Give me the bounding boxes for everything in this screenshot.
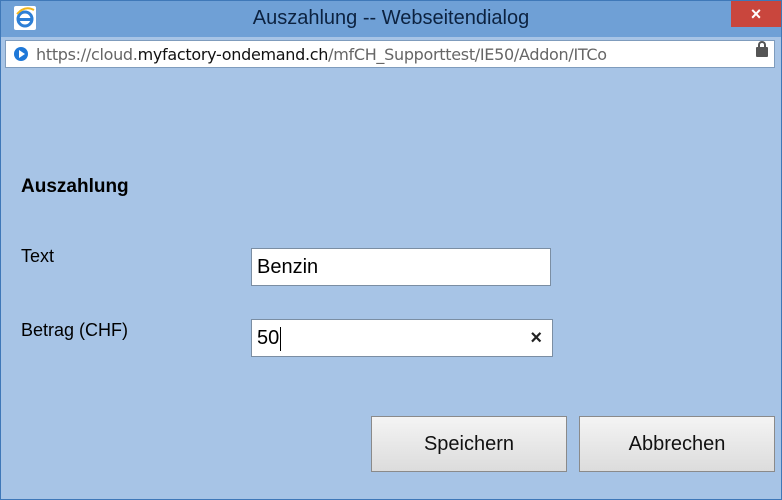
lock-icon xyxy=(756,41,768,57)
site-icon xyxy=(14,47,28,61)
amount-input[interactable]: 50 × xyxy=(251,319,553,357)
text-input[interactable]: Benzin xyxy=(251,248,551,286)
title-bar[interactable]: Auszahlung -- Webseitendialog × xyxy=(1,1,781,37)
text-label: Text xyxy=(21,246,55,266)
address-bar[interactable]: https://cloud.myfactory-ondemand.ch/mfCH… xyxy=(5,40,775,68)
close-button[interactable]: × xyxy=(731,1,781,27)
form-title: Auszahlung xyxy=(21,176,129,197)
url-domain: myfactory-ondemand.ch xyxy=(137,45,329,64)
amount-label: Betrag (CHF) xyxy=(21,320,129,340)
url-path: /mfCH_Supporttest/IE50/Addon/ITCo xyxy=(328,45,607,64)
url-text[interactable]: https://cloud.myfactory-ondemand.ch/mfCH… xyxy=(36,45,746,64)
text-input-value: Benzin xyxy=(257,256,319,278)
amount-input-value: 50 xyxy=(257,327,280,349)
url-prefix: https://cloud. xyxy=(36,45,138,64)
cancel-button[interactable]: Abbrechen xyxy=(579,416,775,472)
save-button[interactable]: Speichern xyxy=(371,416,567,472)
window-title: Auszahlung -- Webseitendialog xyxy=(252,7,530,29)
clear-icon[interactable]: × xyxy=(530,320,542,356)
dialog-window: Auszahlung -- Webseitendialog × https://… xyxy=(0,0,782,500)
text-caret xyxy=(280,326,282,351)
